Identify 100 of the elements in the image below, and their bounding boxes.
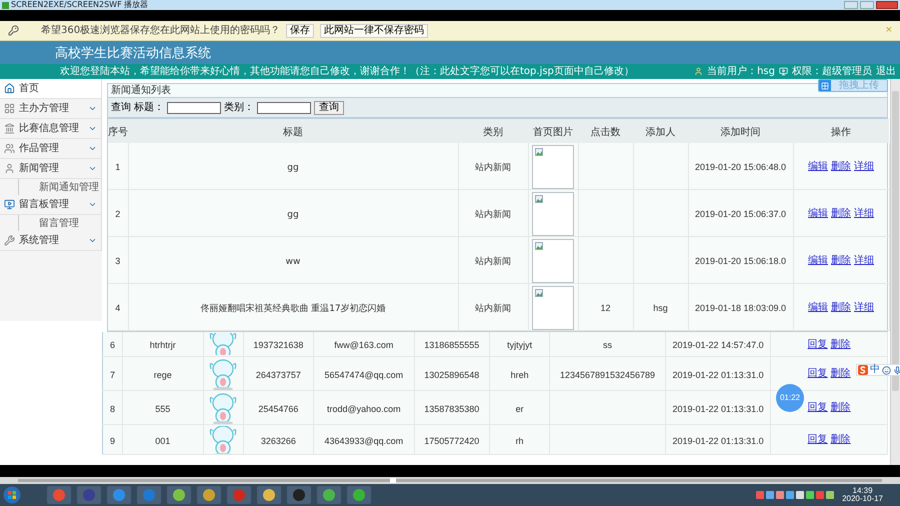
action-link[interactable]: 编辑 — [808, 300, 828, 314]
window-title: SCREEN2EXE/SCREEN2SWF 播放器 — [11, 1, 148, 9]
search-field[interactable] — [167, 102, 221, 114]
table-cell: 9 — [110, 436, 116, 446]
action-link[interactable]: 详细 — [854, 206, 874, 220]
table-cell: gg — [287, 210, 299, 220]
prompt-button[interactable]: 保存 — [286, 24, 314, 38]
action-link[interactable]: 删除 — [831, 300, 851, 314]
broken-image-icon — [535, 289, 543, 297]
taskbar-app-icon[interactable] — [347, 486, 371, 504]
sidebar-item[interactable]: 比赛信息管理 — [0, 119, 101, 139]
action-link[interactable]: 回复 — [808, 366, 828, 381]
close-button[interactable] — [876, 1, 898, 9]
caret-icon — [88, 236, 97, 245]
user-icon — [694, 67, 704, 76]
action-link[interactable]: 删除 — [831, 158, 851, 174]
action-link[interactable]: 删除 — [830, 400, 851, 415]
table-cell: 站内新闻 — [475, 210, 511, 220]
welcome-text: 欢迎您登陆本站，希望能给你带来好心情，其他功能请您自己修改，谢谢合作！（注：此处文字您可以在top.jsp页面中自己修改） — [60, 64, 634, 79]
action-link[interactable]: 删除 — [831, 252, 851, 268]
table-cell: gg — [287, 163, 299, 173]
key-icon — [8, 25, 19, 36]
taskbar-app-icon[interactable] — [167, 486, 191, 504]
action-link[interactable]: 删除 — [830, 336, 851, 352]
clock-date: 2020-10-17 — [842, 495, 883, 503]
table-cell: 2019-01-20 15:06:37.0 — [694, 209, 786, 219]
action-link[interactable]: 删除 — [831, 206, 851, 220]
action-link[interactable]: 详细 — [854, 158, 874, 174]
column-header: 添加时间 — [720, 127, 760, 138]
broken-image-icon — [535, 242, 543, 250]
ime-toolbar[interactable]: 中 — [856, 364, 900, 376]
caret-icon — [88, 104, 97, 113]
mic-icon — [893, 366, 900, 374]
table-cell: ss — [603, 340, 612, 350]
taskbar-app-icon[interactable] — [197, 486, 221, 504]
table-cell: ww — [286, 257, 300, 267]
taskbar-app-icon[interactable] — [137, 486, 161, 504]
column-header: 首页图片 — [533, 127, 573, 138]
table-cell: 25454766 — [258, 404, 298, 414]
table-cell: er — [516, 404, 524, 414]
ime-logo-icon — [858, 365, 868, 375]
start-button[interactable] — [3, 486, 21, 504]
table-cell: 2019-01-22 01:13:31.0 — [672, 370, 764, 380]
search-button[interactable]: 查询 — [314, 100, 344, 114]
sidebar-item[interactable]: 系统管理 — [0, 231, 101, 251]
table-cell: 4 — [115, 303, 120, 313]
prompt-button[interactable]: 此网站一律不保存密码 — [320, 24, 428, 38]
column-header: 添加人 — [646, 127, 676, 138]
app-icon — [2, 2, 9, 8]
table-cell: 1937321638 — [253, 340, 304, 350]
menu-icon — [4, 143, 15, 154]
table-cell: 2019-01-22 01:13:31.0 — [672, 404, 764, 414]
action-link[interactable]: 编辑 — [808, 158, 828, 174]
broken-image-icon — [535, 195, 543, 203]
caret-icon — [88, 124, 97, 133]
table-cell: 8 — [110, 404, 116, 414]
action-link[interactable]: 回复 — [808, 432, 828, 447]
password-prompt: 希望360极速浏览器保存您在此网站上使用的密码吗？ — [41, 24, 280, 38]
table-cell: 13025896548 — [424, 370, 480, 380]
maximize-button[interactable] — [860, 1, 874, 9]
sidebar-item[interactable]: 新闻管理 — [0, 159, 101, 179]
table-cell: 6 — [110, 340, 116, 350]
action-link[interactable]: 详细 — [854, 300, 874, 314]
current-user: 当前用户：hsg — [707, 64, 775, 79]
sidebar-item[interactable]: 作品管理 — [0, 139, 101, 159]
menu-icon — [4, 199, 15, 210]
scrollbar[interactable] — [890, 79, 900, 465]
table-cell: 001 — [155, 436, 170, 446]
user-role: 权限：超级管理员 — [792, 64, 872, 79]
submenu-item[interactable]: 新闻通知管理 — [39, 180, 99, 194]
table-cell: tyjtyjyt — [507, 340, 532, 350]
action-link[interactable]: 删除 — [830, 432, 851, 447]
sidebar-item[interactable]: 留言板管理 — [0, 195, 101, 215]
taskbar-app-icon[interactable] — [47, 486, 71, 504]
table-cell: 站内新闻 — [475, 304, 511, 314]
sidebar-item[interactable]: 首页 — [0, 79, 101, 99]
minimize-button[interactable] — [844, 1, 858, 9]
column-header: 序号 — [108, 127, 128, 138]
column-header: 类别 — [483, 127, 503, 138]
field-label: 标题： — [134, 100, 164, 115]
taskbar-app-icon[interactable] — [317, 486, 341, 504]
menu-icon — [4, 123, 15, 134]
caret-icon — [88, 164, 97, 173]
action-link[interactable]: 删除 — [830, 366, 851, 381]
action-link[interactable]: 编辑 — [808, 252, 828, 268]
action-link[interactable]: 详细 — [854, 252, 874, 268]
logout-link[interactable]: 退出 — [876, 64, 896, 79]
taskbar-app-icon[interactable] — [287, 486, 311, 504]
table-cell: 13587835380 — [424, 404, 480, 414]
table-cell: rh — [516, 436, 524, 446]
action-link[interactable]: 回复 — [808, 336, 828, 352]
table-cell: 1234567891532456789 — [560, 370, 656, 380]
taskbar-app-icon[interactable] — [77, 486, 101, 504]
action-link[interactable]: 编辑 — [808, 206, 828, 220]
search-field[interactable] — [257, 102, 311, 114]
sidebar-item[interactable]: 主办方管理 — [0, 99, 101, 119]
taskbar-app-icon[interactable] — [107, 486, 131, 504]
action-link[interactable]: 回复 — [808, 400, 828, 415]
taskbar-app-icon[interactable] — [257, 486, 281, 504]
submenu-item[interactable]: 留言管理 — [39, 216, 79, 230]
